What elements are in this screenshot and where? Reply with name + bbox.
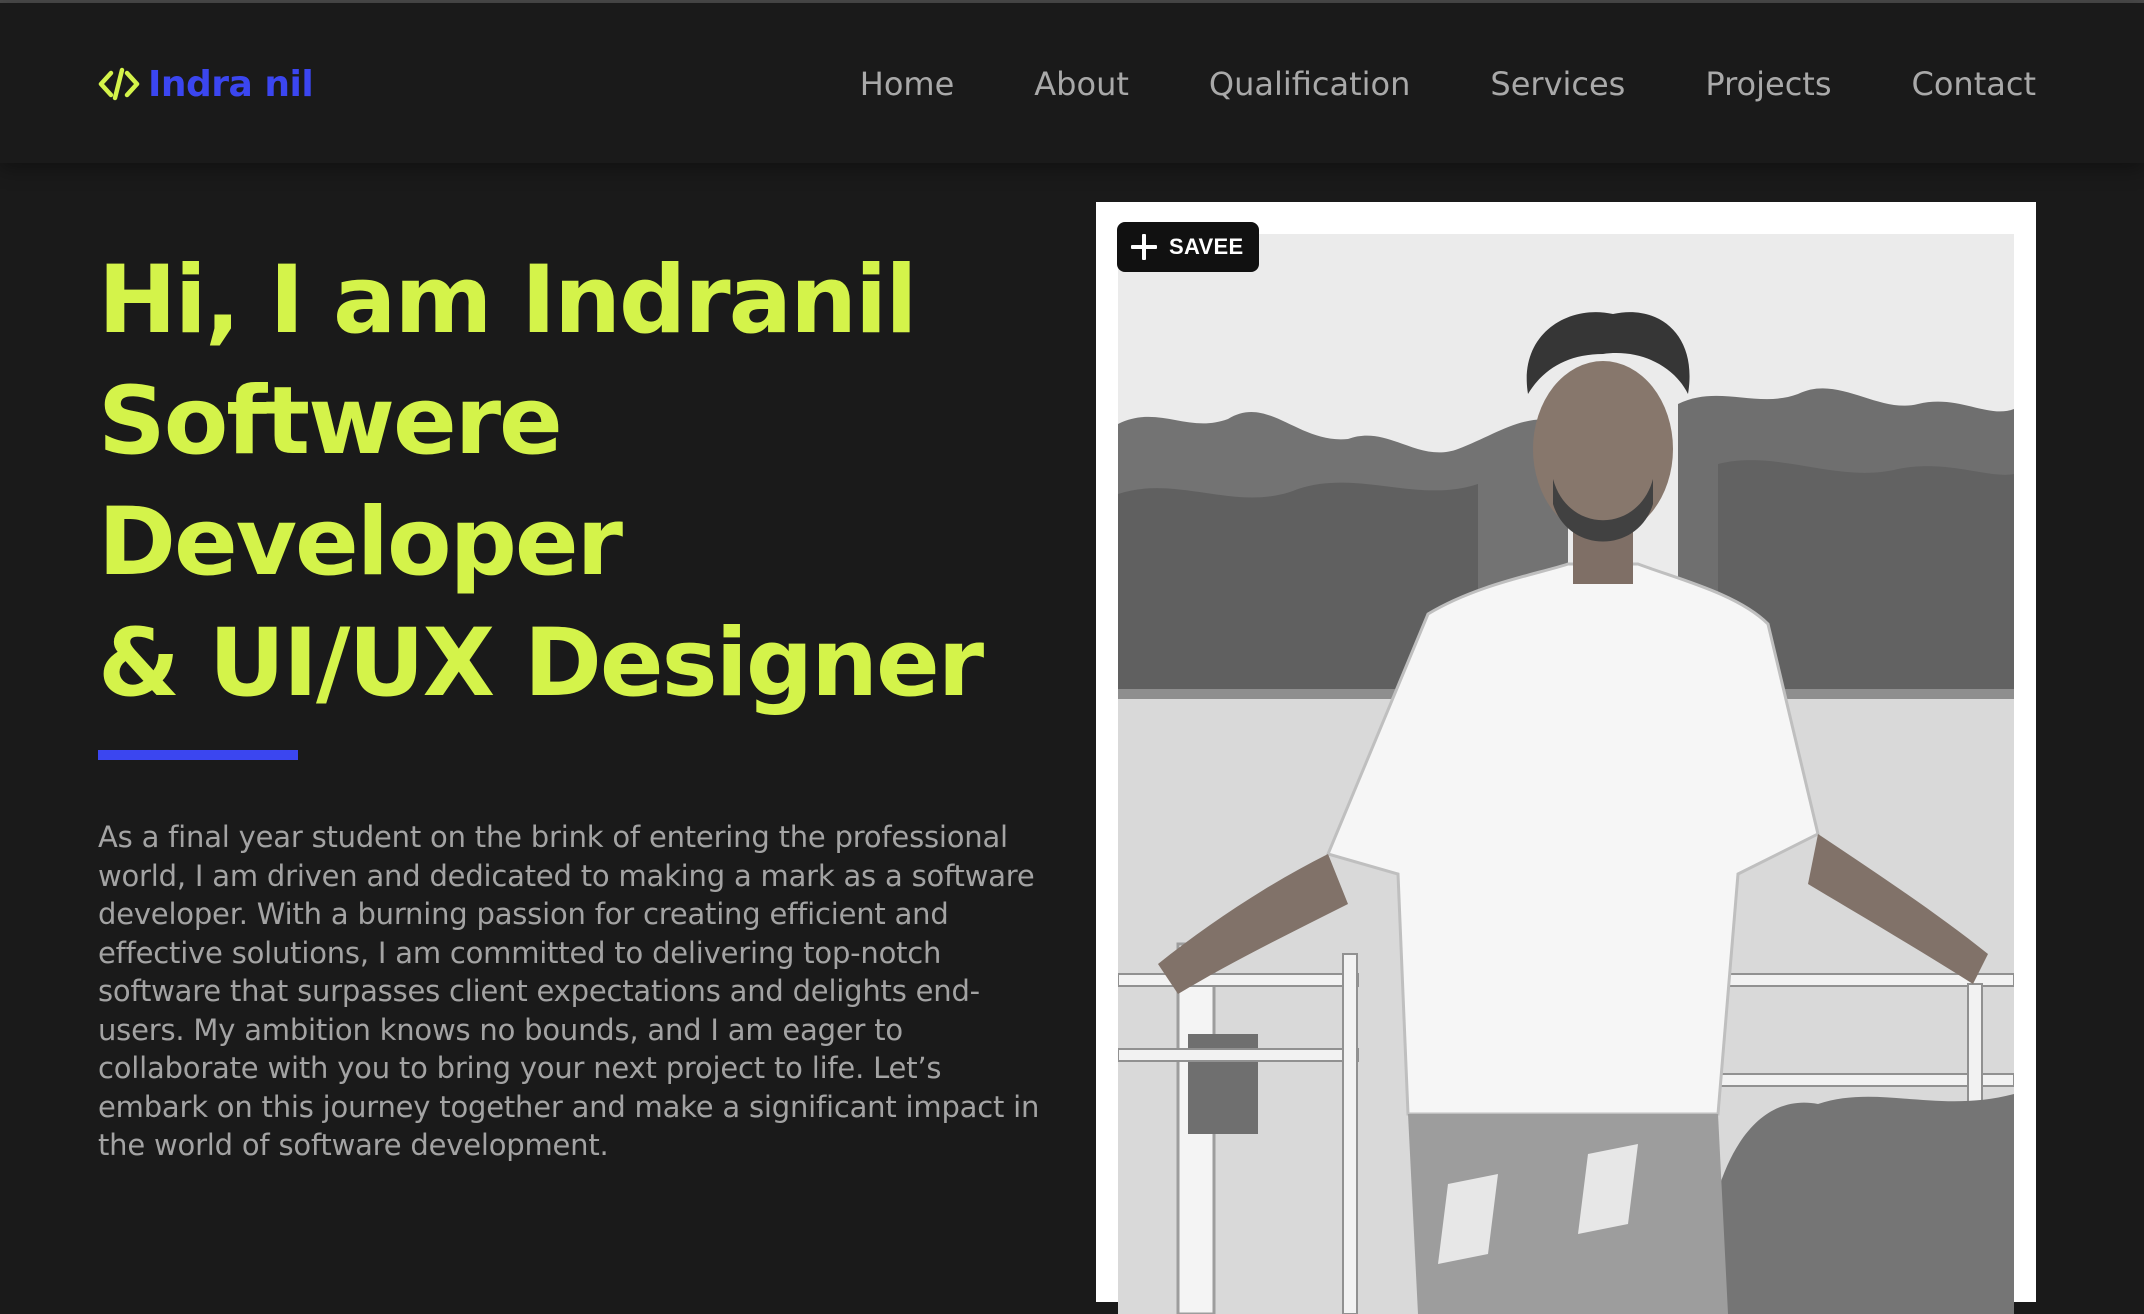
nav-home[interactable]: Home <box>860 61 955 107</box>
logo-text: Indra nil <box>148 63 314 105</box>
hero-title: Hi, I am Indranil Softwere Developer & U… <box>98 240 984 724</box>
profile-photo-frame <box>1096 202 2036 1314</box>
hero-title-line: Developer <box>98 488 623 597</box>
profile-photo <box>1118 234 2014 1314</box>
hero-title-line: & UI/UX Designer <box>98 609 984 718</box>
save-button-label: SAVEE <box>1169 234 1244 259</box>
hero-title-line: Softwere <box>98 367 563 476</box>
site-header: Indra nil Home About Qualification Servi… <box>0 3 2144 163</box>
save-button[interactable]: SAVEE <box>1117 222 1260 272</box>
nav-services[interactable]: Services <box>1490 61 1625 107</box>
nav-contact[interactable]: Contact <box>1912 61 2037 107</box>
hero-title-line: Hi, I am Indranil <box>98 246 917 355</box>
nav-about[interactable]: About <box>1034 61 1129 107</box>
nav-projects[interactable]: Projects <box>1705 61 1831 107</box>
nav-qualification[interactable]: Qualification <box>1209 61 1411 107</box>
hero-bio: As a final year student on the brink of … <box>98 820 1040 1162</box>
logo-link[interactable]: Indra nil <box>98 59 314 109</box>
main-nav: Home About Qualification Services Projec… <box>860 61 2036 107</box>
code-brackets-icon <box>98 64 140 104</box>
title-underline-divider <box>98 750 298 760</box>
plus-icon <box>1131 234 1157 260</box>
